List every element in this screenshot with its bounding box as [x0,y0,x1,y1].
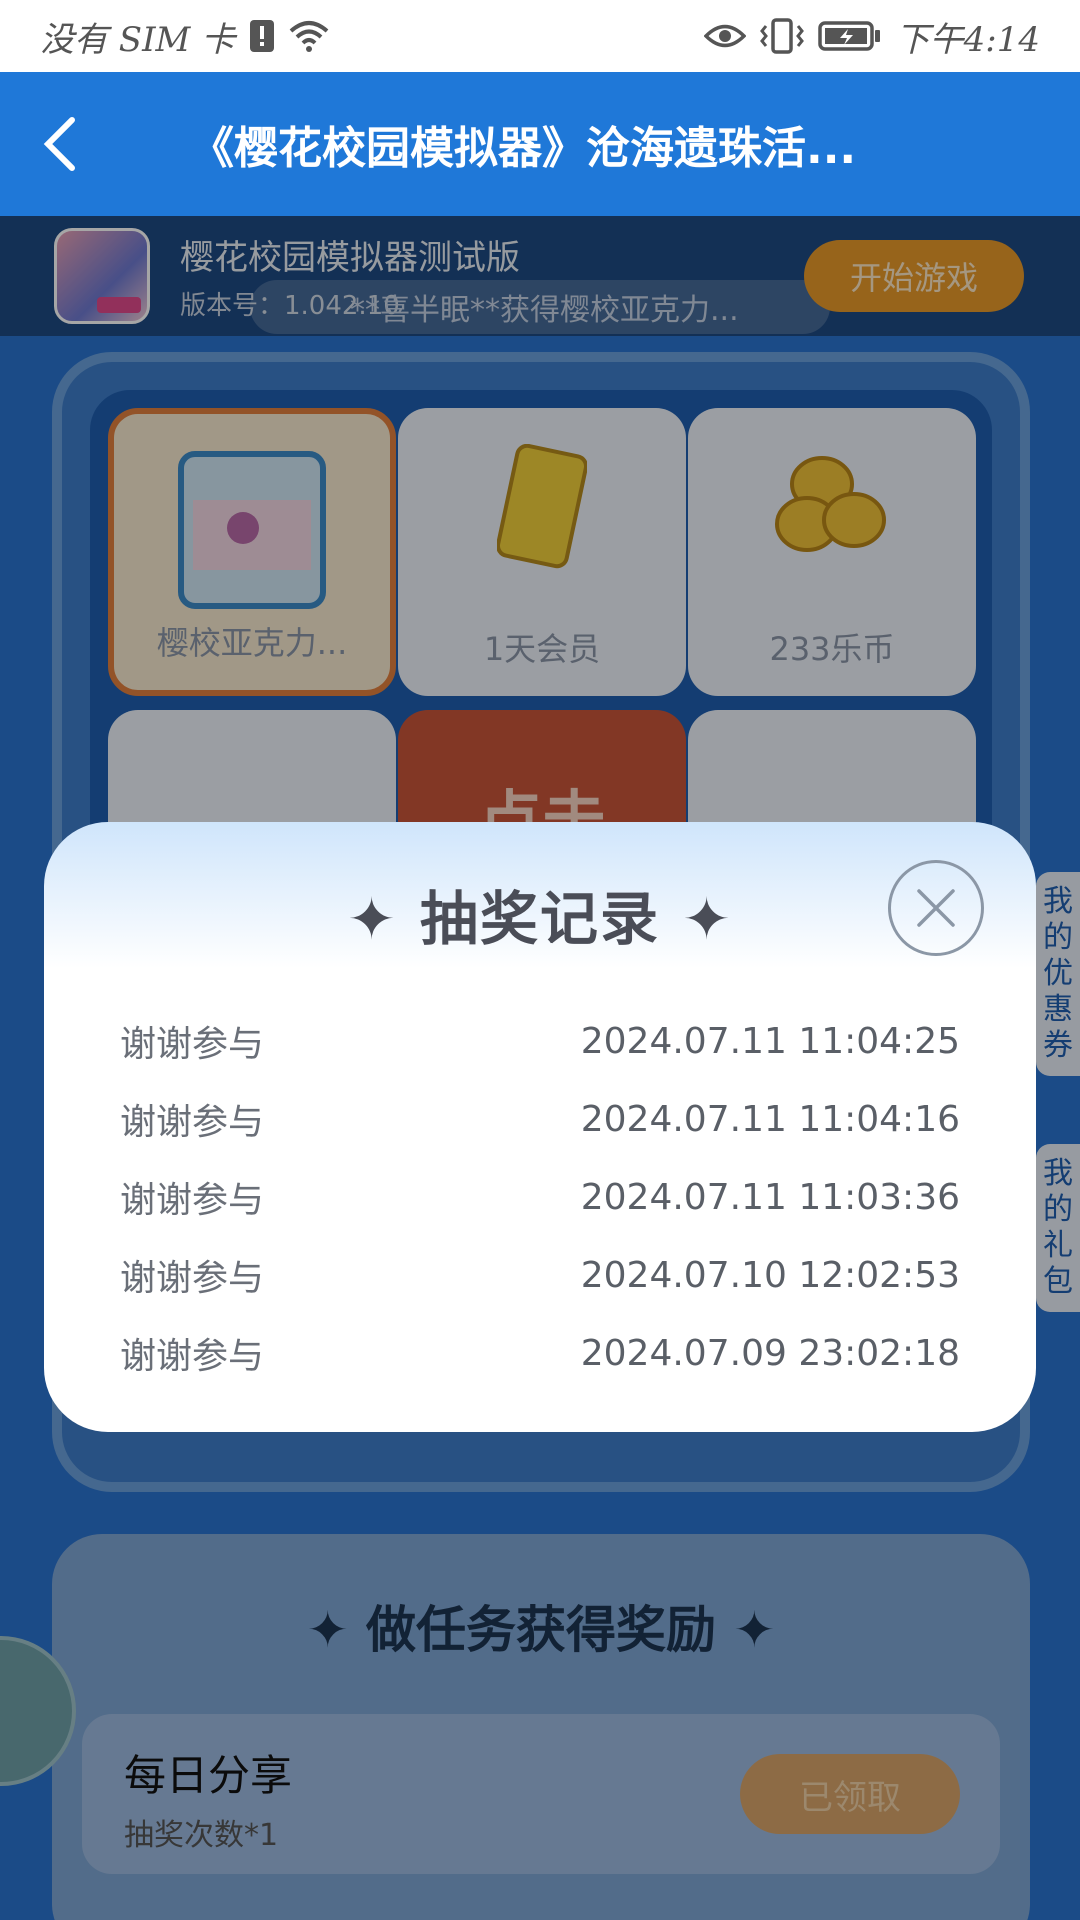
record-row: 谢谢参与 2024.07.11 11:04:16 [120,1080,960,1158]
carrier-text: 没有 SIM 卡 [40,19,236,60]
close-icon [917,889,955,927]
vibrate-icon [759,18,804,54]
record-result: 谢谢参与 [120,1180,265,1221]
record-time: 2024.07.10 12:02:53 [580,1254,960,1296]
record-result: 谢谢参与 [120,1024,265,1065]
sparkle-icon: ✦ [660,885,733,953]
record-row: 谢谢参与 2024.07.11 11:04:25 [120,1002,960,1080]
eye-icon [703,21,746,51]
sparkle-icon: ✦ [347,885,420,953]
record-row: 谢谢参与 2024.07.10 12:02:53 [120,1236,960,1314]
record-time: 2024.07.09 23:02:18 [580,1332,960,1374]
record-row: 谢谢参与 2024.07.09 23:02:18 [120,1314,960,1392]
modal-title: ✦ 抽奖记录 ✦ [347,885,733,953]
record-time: 2024.07.11 11:03:36 [580,1176,960,1218]
clock-text: 下午4:14 [895,19,1040,60]
battery-icon [817,19,882,53]
chevron-left-icon [43,117,75,171]
page-title: 《樱花校园模拟器》沧海遗珠活... [190,123,857,174]
record-result: 谢谢参与 [120,1102,265,1143]
close-button[interactable] [888,860,984,956]
record-time: 2024.07.11 11:04:16 [580,1098,960,1140]
sim-alert-icon [249,19,275,53]
status-bar: 没有 SIM 卡 下午4:14 [0,0,1080,72]
back-button[interactable] [0,72,120,216]
record-list: 谢谢参与 2024.07.11 11:04:25 谢谢参与 2024.07.11… [120,1002,960,1392]
draw-record-modal: ✦ 抽奖记录 ✦ 谢谢参与 2024.07.11 11:04:25 谢谢参与 2… [44,822,1036,1432]
app-header: 《樱花校园模拟器》沧海遗珠活... [0,72,1080,216]
record-result: 谢谢参与 [120,1258,265,1299]
record-result: 谢谢参与 [120,1336,265,1377]
wifi-icon [289,19,329,53]
record-time: 2024.07.11 11:04:25 [580,1020,960,1062]
record-row: 谢谢参与 2024.07.11 11:03:36 [120,1158,960,1236]
